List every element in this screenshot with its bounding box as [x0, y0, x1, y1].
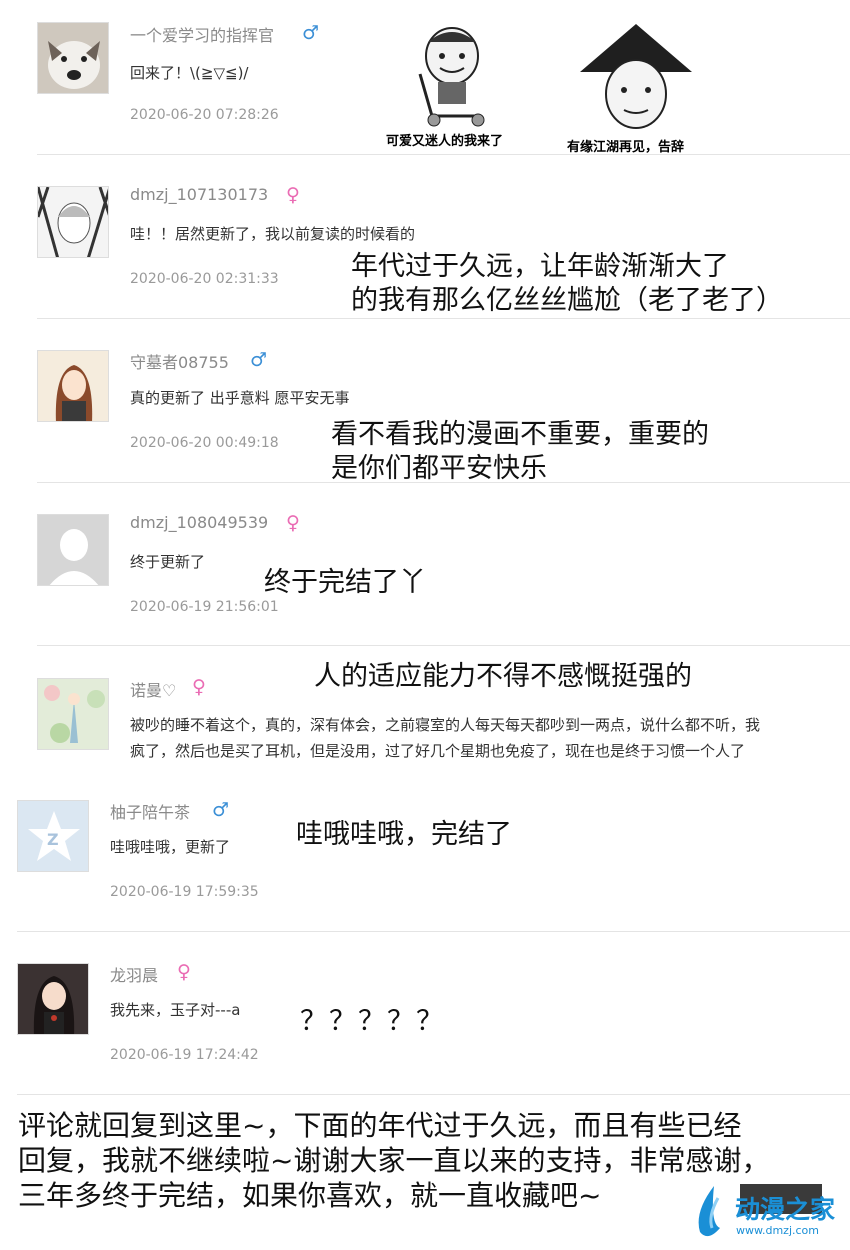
comment-text: 哇！！居然更新了，我以前复读的时候看的 — [130, 225, 416, 243]
female-icon: ♀ — [192, 676, 206, 698]
comment-text: 我先来，玉子对---a — [110, 1001, 241, 1019]
note-line: 年代过于久远，让年龄渐渐大了 — [351, 251, 729, 282]
username[interactable]: 一个爱学习的指挥官 — [130, 22, 274, 46]
comment-text: 终于更新了 — [130, 553, 206, 571]
divider — [37, 154, 850, 155]
avatar[interactable] — [37, 514, 109, 586]
divider — [37, 318, 850, 319]
sticker-caption: 有缘江湖再见，告辞 — [567, 140, 685, 155]
divider — [37, 482, 850, 483]
site-logo: 动漫之家 www.dmzj.com — [690, 1184, 840, 1242]
author-note: 哇哦哇哦，完结了 — [296, 819, 512, 850]
avatar[interactable] — [37, 678, 109, 750]
sticker-image — [580, 24, 692, 129]
username[interactable]: 守墓者08755 — [130, 349, 229, 373]
male-icon: ♂ — [212, 799, 230, 821]
logo-name: 动漫之家 — [735, 1195, 836, 1224]
comment-text: 哇哦哇哦，更新了 — [110, 838, 231, 856]
username[interactable]: 柚子陪午茶 — [110, 799, 190, 823]
sticker-scooter: 可爱又迷人的我来了 — [380, 20, 520, 150]
crop-edge — [0, 772, 6, 1110]
male-icon: ♂ — [302, 22, 320, 44]
footer-line: 评论就回复到这里~，下面的年代过于久远，而且有些已经 — [18, 1109, 742, 1142]
comment-time: 2020-06-19 21:56:01 — [130, 599, 279, 615]
divider — [37, 645, 850, 646]
comment-time: 2020-06-19 17:59:35 — [110, 884, 259, 900]
logo-icon — [698, 1186, 720, 1237]
author-note: 看不看我的漫画不重要，重要的 是你们都平安快乐 — [331, 418, 709, 486]
female-icon: ♀ — [286, 512, 300, 534]
male-icon: ♂ — [250, 349, 268, 371]
divider — [17, 1094, 850, 1095]
author-note: ？？？？？ — [300, 1006, 445, 1037]
avatar[interactable] — [37, 186, 109, 258]
username[interactable]: dmzj_108049539 — [130, 513, 268, 532]
svg-text:Z: Z — [47, 830, 59, 849]
avatar[interactable] — [37, 350, 109, 422]
note-line: 是你们都平安快乐 — [331, 452, 547, 484]
divider — [17, 931, 850, 932]
comment-time: 2020-06-19 17:24:42 — [110, 1047, 259, 1063]
author-note: 终于完结了丫 — [264, 567, 426, 598]
comment-time: 2020-06-20 00:49:18 — [130, 435, 279, 451]
author-note: 人的适应能力不得不感慨挺强的 — [314, 661, 692, 692]
username[interactable]: dmzj_107130173 — [130, 185, 268, 204]
sticker-caption: 可爱又迷人的我来了 — [386, 134, 504, 149]
comment-time: 2020-06-20 02:31:33 — [130, 271, 279, 287]
female-icon: ♀ — [286, 184, 300, 206]
comment-text: 真的更新了 出乎意料 愿平安无事 — [130, 389, 350, 407]
comment-time: 2020-06-20 07:28:26 — [130, 107, 279, 123]
footer-line: 回复，我就不继续啦~谢谢大家一直以来的支持，非常感谢， — [18, 1144, 770, 1177]
avatar[interactable] — [37, 22, 109, 94]
avatar[interactable]: Z — [17, 800, 89, 872]
username[interactable]: 龙羽晨 — [110, 962, 158, 986]
logo-url: www.dmzj.com — [736, 1224, 819, 1237]
sticker-hat: 有缘江湖再见，告辞 — [560, 20, 710, 160]
author-note: 年代过于久远，让年龄渐渐大了 的我有那么亿丝丝尴尬（老了老了） — [351, 250, 783, 318]
comment-text: 疯了，然后也是买了耳机，但是没用，过了好几个星期也免疫了，现在也是终于习惯一个人… — [130, 742, 746, 760]
comment-text: 回来了！\(≧▽≦)/ — [130, 64, 249, 82]
note-line: 的我有那么亿丝丝尴尬（老了老了） — [351, 284, 783, 316]
comment-text: 被吵的睡不着这个，真的，深有体会，之前寝室的人每天每天都吵到一两点，说什么都不听… — [130, 716, 761, 734]
avatar[interactable] — [17, 963, 89, 1035]
female-icon: ♀ — [177, 961, 191, 983]
username[interactable]: 诺曼♡ — [130, 677, 176, 701]
sticker-image — [418, 27, 485, 127]
note-line: 看不看我的漫画不重要，重要的 — [331, 419, 709, 450]
